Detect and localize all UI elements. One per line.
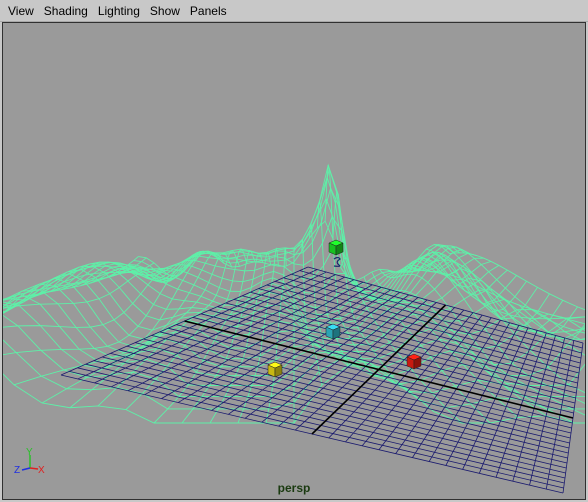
x-axis-label: X <box>38 465 45 476</box>
z-axis-label: Z <box>14 465 20 476</box>
axis-indicator: Y X Z <box>14 447 45 476</box>
ground-grid <box>60 266 584 494</box>
z-axis-line <box>21 467 31 471</box>
menu-panels[interactable]: Panels <box>185 0 232 22</box>
terrain-line <box>13 250 217 386</box>
terrain-wireframe[interactable] <box>3 163 585 424</box>
y-axis-label: Y <box>26 447 33 458</box>
x-axis-line <box>29 467 39 470</box>
menu-show[interactable]: Show <box>145 0 185 22</box>
green-cube <box>328 239 344 256</box>
menu-view[interactable]: View <box>0 0 39 22</box>
cyan-cube <box>325 323 341 340</box>
menu-lighting[interactable]: Lighting <box>93 0 145 22</box>
maya-viewport-panel: View Shading Lighting Show Panels Y X Z … <box>0 0 588 502</box>
menu-shading[interactable]: Shading <box>39 0 93 22</box>
perspective-viewport[interactable]: Y X Z persp <box>2 22 586 500</box>
camera-name-label: persp <box>277 481 311 495</box>
terrain-line <box>41 252 225 404</box>
scene-canvas[interactable]: Y X Z <box>3 23 585 499</box>
terrain-line <box>209 251 272 424</box>
red-cube <box>406 353 422 370</box>
panel-menu-bar: View Shading Lighting Show Panels <box>0 0 588 22</box>
yellow-cube <box>267 361 283 378</box>
